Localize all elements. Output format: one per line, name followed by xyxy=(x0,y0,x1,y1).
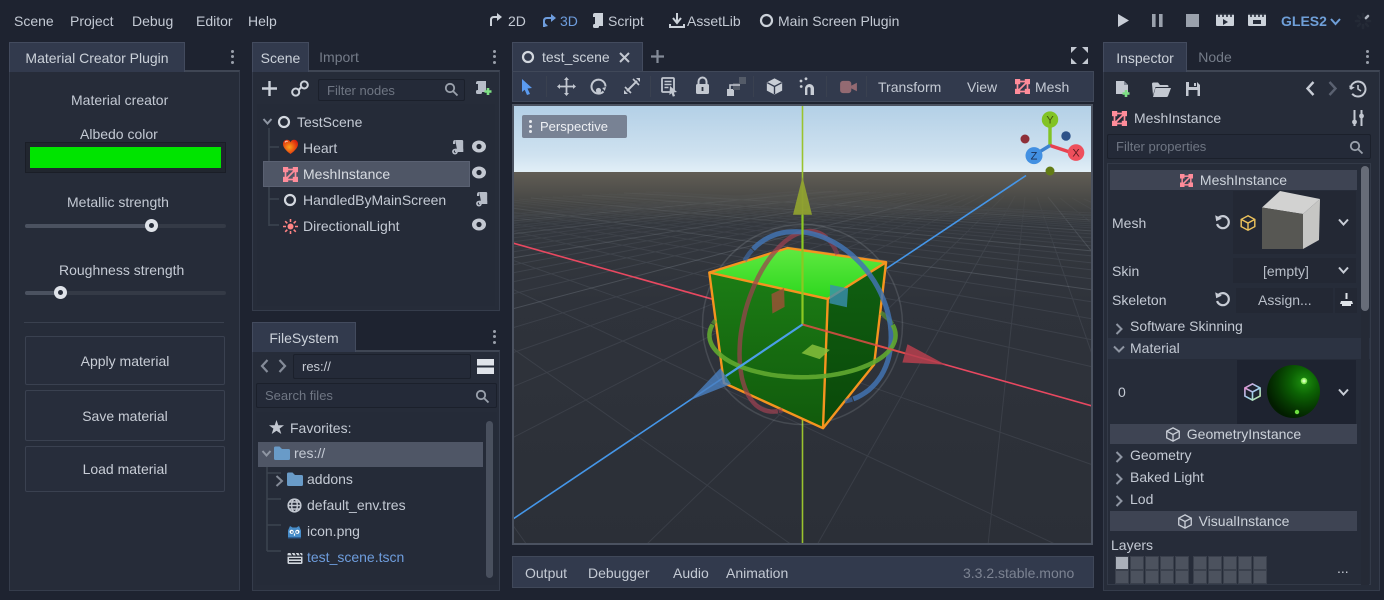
svg-text:Y: Y xyxy=(1046,115,1054,127)
svg-text:Z: Z xyxy=(1031,151,1038,163)
svg-text:X: X xyxy=(1072,148,1080,160)
